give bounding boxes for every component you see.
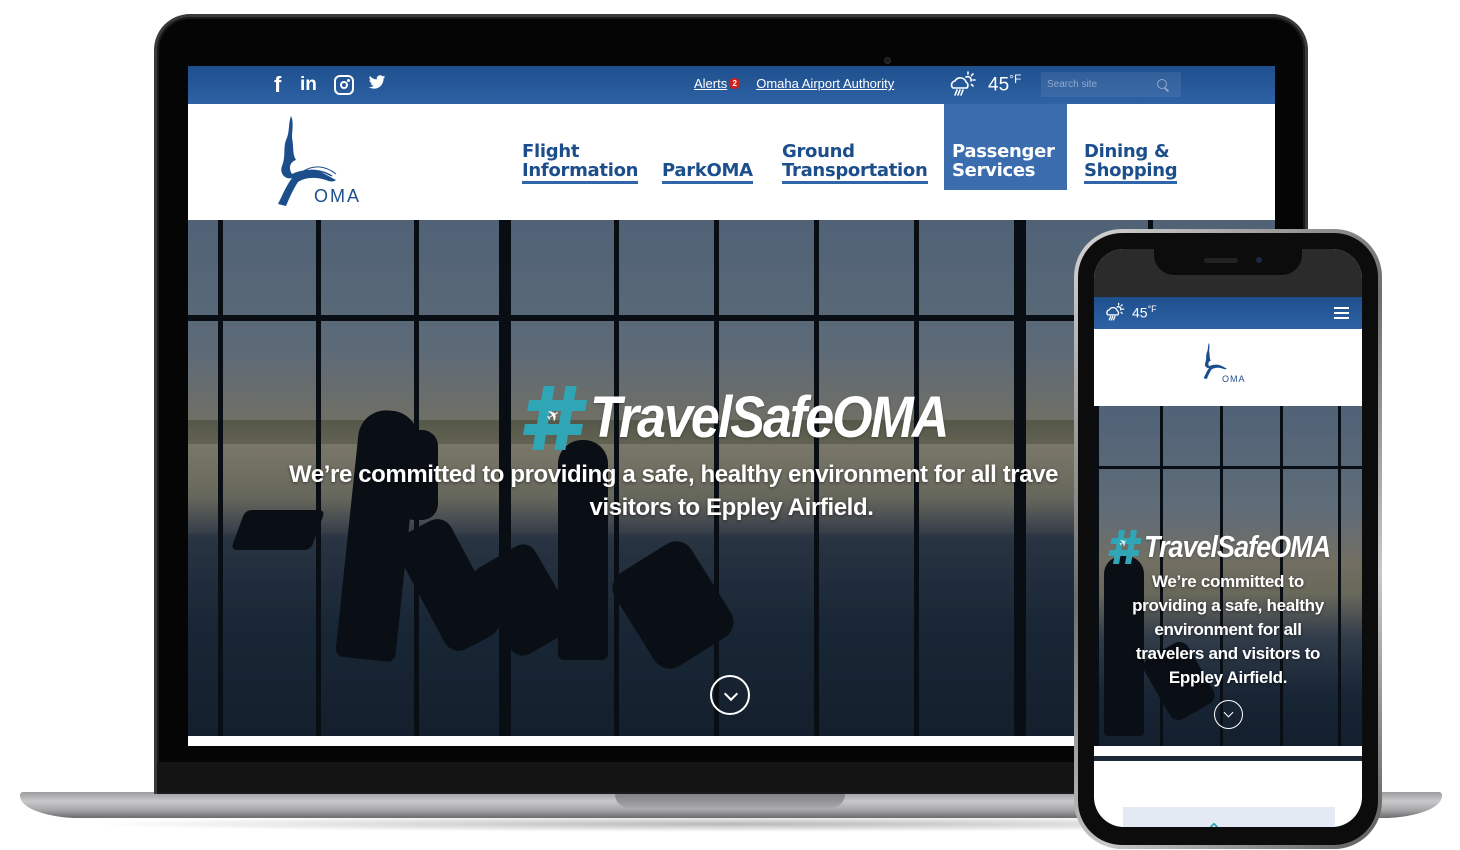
hero-subtitle-line: Eppley Airfield.: [1168, 668, 1288, 687]
nav-parkoma[interactable]: ParkOMA: [662, 161, 753, 184]
nav-flight-information[interactable]: Flight Information: [522, 142, 638, 184]
nav-label-line1: Dining &: [1084, 141, 1170, 162]
nav-label-line1: Flight: [522, 141, 580, 162]
nav-passenger-services[interactable]: Passenger Services: [944, 104, 1067, 190]
nav-ground-transportation[interactable]: Ground Transportation: [782, 142, 928, 184]
phone-frame: 45°F OMA ✈ TravelSafeOMA We’re committed…: [1074, 229, 1382, 849]
temperature-unit: °F: [1009, 71, 1022, 86]
mobile-temperature: 45°F: [1132, 304, 1157, 321]
feature-card[interactable]: [1123, 807, 1335, 827]
nav-label-line2: Transportation: [782, 161, 928, 184]
nav-label: ParkOMA: [662, 161, 753, 184]
partly-cloudy-rain-icon: [950, 71, 976, 96]
hashtag-icon: ✈: [520, 386, 589, 450]
temperature-value: 45: [1132, 304, 1148, 321]
temperature: 45°F: [988, 72, 1021, 96]
content-divider: [1094, 746, 1362, 756]
mobile-weather-widget: 45°F: [1104, 302, 1157, 322]
twitter-icon[interactable]: [368, 75, 386, 95]
hashtag-icon: ✈: [1107, 530, 1143, 564]
scroll-down-chevron-icon[interactable]: [1214, 700, 1243, 729]
search-icon[interactable]: [1157, 78, 1169, 91]
omaha-airport-authority-link[interactable]: Omaha Airport Authority: [756, 76, 894, 91]
laptop-camera: [884, 57, 891, 64]
hero-subtitle-line: We’re committed to: [1151, 572, 1305, 591]
nav-label-line2: Information: [522, 161, 638, 184]
linkedin-icon[interactable]: in: [300, 74, 320, 96]
phone-camera: [1256, 257, 1262, 263]
clean-home-icon: [1208, 823, 1220, 827]
site-search: [1041, 72, 1181, 97]
instagram-icon[interactable]: [334, 75, 354, 95]
mobile-website: 45°F OMA ✈ TravelSafeOMA We’re committed…: [1094, 249, 1362, 827]
mobile-logo-area: OMA: [1094, 329, 1362, 406]
hero-subtitle-line: environment for all: [1154, 620, 1302, 639]
nav-label-line2: Shopping: [1084, 161, 1178, 184]
mobile-hero-title: TravelSafeOMA: [1144, 529, 1331, 564]
alerts-link[interactable]: Alerts: [694, 76, 727, 91]
phone-speaker: [1204, 258, 1238, 263]
utility-links: Alerts 2 Omaha Airport Authority: [694, 76, 894, 91]
partly-cloudy-rain-icon: [1106, 302, 1125, 321]
hero-title: TravelSafeOMA: [590, 385, 949, 451]
utility-bar: f in Alerts 2 Omaha Airport Authority 45…: [188, 66, 1275, 104]
facebook-icon[interactable]: f: [274, 72, 286, 98]
scroll-down-chevron-icon[interactable]: [710, 675, 750, 715]
laptop-thumb-notch: [615, 792, 845, 808]
content-divider: [1094, 756, 1362, 761]
temperature-unit: °F: [1147, 303, 1157, 314]
phone-status-area: [1094, 249, 1362, 297]
oma-logo-text: OMA: [1222, 374, 1246, 384]
search-input[interactable]: [1047, 79, 1157, 90]
mobile-hero-banner: ✈ TravelSafeOMA We’re committed to provi…: [1094, 406, 1362, 746]
hero-hashtag-title: ✈ TravelSafeOMA: [523, 385, 949, 451]
hero-subtitle-line: providing a safe, healthy: [1132, 596, 1324, 615]
hero-subtitle-line: travelers and visitors to: [1135, 644, 1321, 663]
temperature-value: 45: [988, 74, 1010, 96]
mobile-hero-hashtag-title: ✈ TravelSafeOMA: [1107, 529, 1331, 564]
mobile-hero-subtitle: We’re committed to providing a safe, hea…: [1094, 570, 1362, 690]
device-mockup: f in Alerts 2 Omaha Airport Authority 45…: [0, 0, 1460, 850]
weather-widget: 45°F: [948, 70, 1021, 98]
alerts-label: Alerts: [694, 76, 728, 91]
hamburger-menu-icon[interactable]: [1334, 307, 1349, 319]
mobile-top-bar: 45°F: [1094, 297, 1362, 329]
nav-dining-shopping[interactable]: Dining & Shopping: [1084, 141, 1178, 184]
social-links: f in: [274, 72, 386, 98]
nav-label-line1: Passenger: [952, 141, 1055, 162]
alerts-count-badge: 2: [729, 78, 741, 89]
oma-logo-text: OMA: [314, 186, 362, 206]
nav-label-line2: Services: [952, 160, 1036, 181]
nav-label-line1: Ground: [782, 141, 855, 162]
main-navigation: OMA Flight Information ParkOMA Ground Tr…: [188, 104, 1275, 220]
